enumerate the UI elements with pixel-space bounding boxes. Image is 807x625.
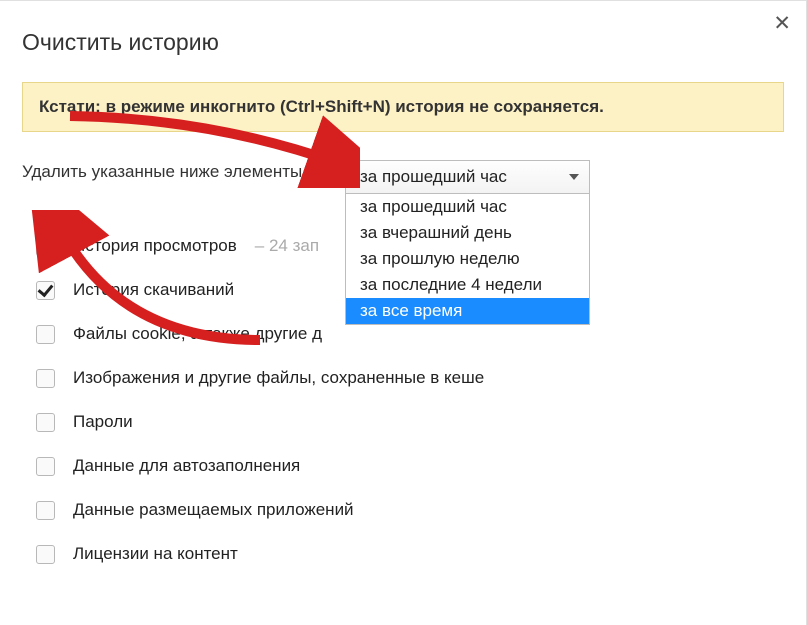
time-range-dropdown[interactable]: за прошедший час за прошедший часза вчер…: [345, 160, 590, 325]
dropdown-option[interactable]: за прошлую неделю: [346, 246, 589, 272]
checkbox-row: Изображения и другие файлы, сохраненные …: [22, 368, 784, 388]
info-text: в режиме инкогнито (Ctrl+Shift+N) истори…: [106, 97, 604, 116]
checkbox-row: Файлы cookie, а также другие д: [22, 324, 784, 344]
checkbox[interactable]: [36, 237, 55, 256]
checkbox[interactable]: [36, 501, 55, 520]
checkbox-label: История скачиваний: [73, 280, 234, 300]
checkbox-row: Лицензии на контент: [22, 544, 784, 564]
checkbox-row: Пароли: [22, 412, 784, 432]
checkbox-row: Данные для автозаполнения: [22, 456, 784, 476]
checkbox-label: Данные для автозаполнения: [73, 456, 300, 476]
dropdown-selected-text: за прошедший час: [360, 167, 507, 186]
checkbox[interactable]: [36, 413, 55, 432]
chevron-down-icon: [569, 174, 579, 180]
incognito-info-banner: Кстати: в режиме инкогнито (Ctrl+Shift+N…: [22, 82, 784, 132]
checkbox-label: История просмотров: [73, 236, 237, 256]
dropdown-option[interactable]: за все время: [346, 298, 589, 324]
checkbox[interactable]: [36, 545, 55, 564]
checkbox[interactable]: [36, 281, 55, 300]
close-button[interactable]: ✕: [773, 11, 791, 36]
checkbox-row: Данные размещаемых приложений: [22, 500, 784, 520]
checkbox-label: Пароли: [73, 412, 133, 432]
checkbox-label: Данные размещаемых приложений: [73, 500, 354, 520]
dropdown-option[interactable]: за вчерашний день: [346, 220, 589, 246]
checkbox[interactable]: [36, 457, 55, 476]
dropdown-option[interactable]: за последние 4 недели: [346, 272, 589, 298]
checkbox[interactable]: [36, 325, 55, 344]
dropdown-option[interactable]: за прошедший час: [346, 194, 589, 220]
dropdown-selected[interactable]: за прошедший час: [345, 160, 590, 194]
checkbox-suffix: – 24 зап: [255, 236, 319, 256]
info-prefix: Кстати:: [39, 97, 106, 116]
checkbox[interactable]: [36, 369, 55, 388]
checkbox-label: Изображения и другие файлы, сохраненные …: [73, 368, 484, 388]
time-range-label: Удалить указанные ниже элементы: [22, 162, 302, 182]
dialog-title: Очистить историю: [22, 29, 784, 56]
dropdown-list: за прошедший часза вчерашний деньза прош…: [345, 193, 590, 325]
checkbox-label: Лицензии на контент: [73, 544, 238, 564]
checkbox-label: Файлы cookie, а также другие д: [73, 324, 322, 344]
